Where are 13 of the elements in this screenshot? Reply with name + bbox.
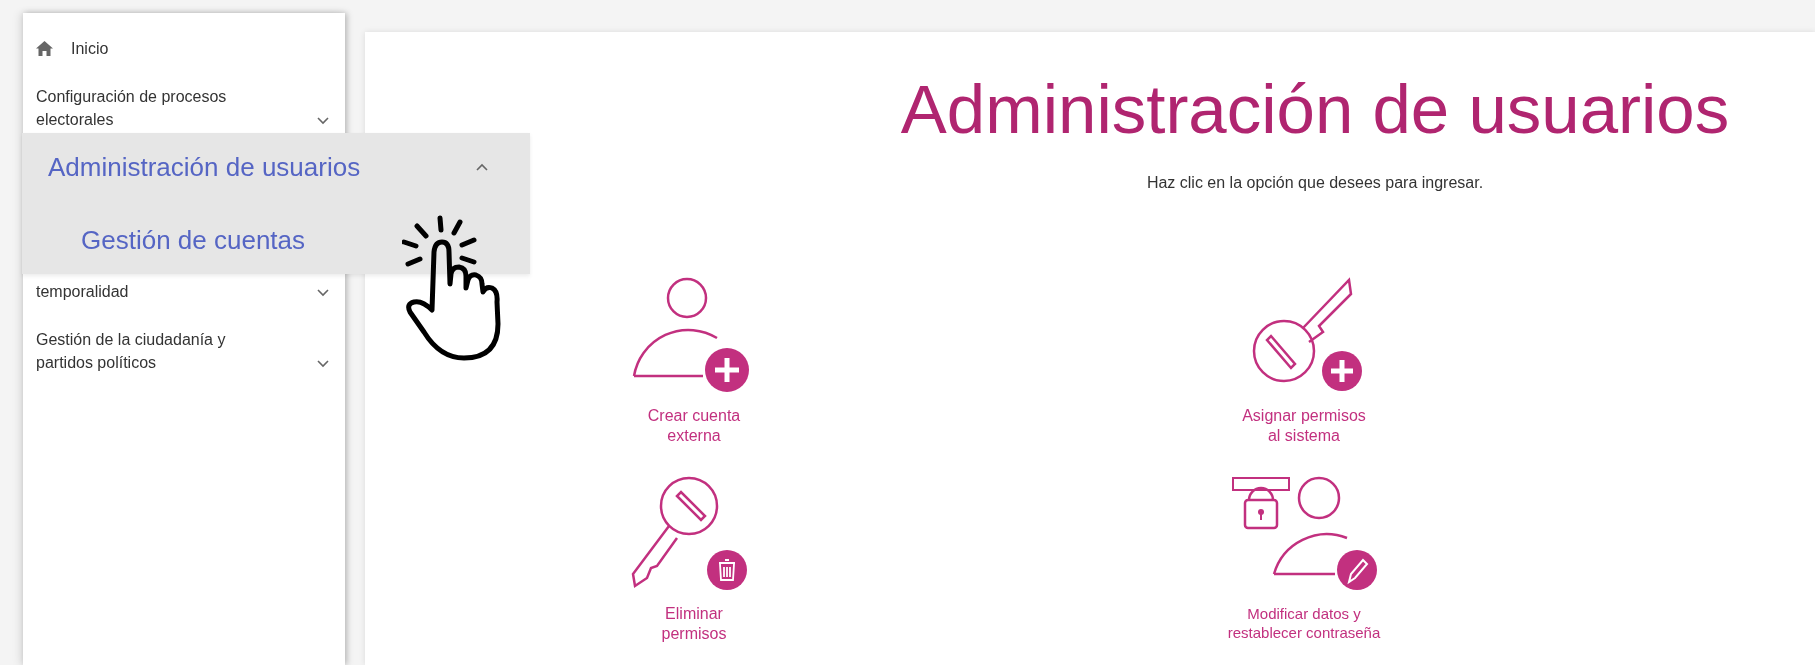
sidebar-item[interactable]: Inicio bbox=[23, 37, 345, 60]
option-link[interactable]: Crear cuenta externa bbox=[544, 276, 844, 446]
submenu-item[interactable]: Gestión de cuentas bbox=[81, 223, 306, 257]
instruction-text: Haz clic en la opción que desees para ingresar. bbox=[1146, 174, 1484, 192]
option-link[interactable]: Modificar datos y restablecer contraseña bbox=[1154, 474, 1454, 644]
sidebar-item[interactable]: Configuración de procesos electorales bbox=[23, 85, 345, 131]
sidebar-item[interactable]: Administración de usuarios bbox=[22, 150, 530, 184]
page-title: Administración de usuarios bbox=[900, 70, 1730, 150]
home-icon bbox=[36, 41, 53, 56]
option-link[interactable]: Eliminar permisos bbox=[544, 474, 844, 644]
option-link[interactable]: Asignar permisos al sistema bbox=[1154, 276, 1454, 446]
sidebar-item[interactable]: temporalidad bbox=[23, 280, 345, 303]
sidebar-item[interactable]: Gestión de la ciudadanía y partidos políticos bbox=[23, 328, 345, 374]
